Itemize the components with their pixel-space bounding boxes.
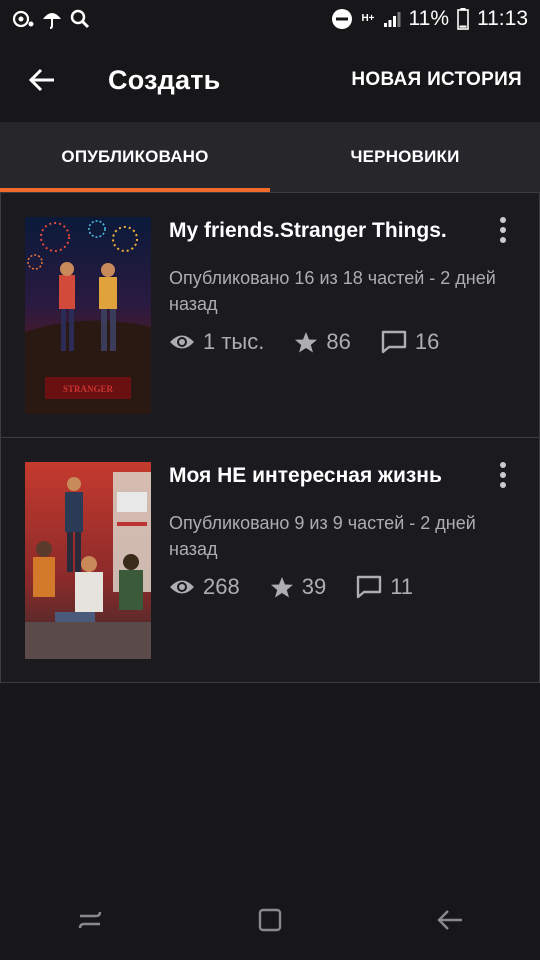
comment-icon xyxy=(381,330,407,354)
views-stat: 1 тыс. xyxy=(169,329,264,355)
umbrella-icon xyxy=(42,9,62,29)
do-not-disturb-icon xyxy=(331,8,353,30)
views-count: 268 xyxy=(203,574,240,599)
story-cover-image[interactable] xyxy=(25,462,151,659)
network-type: H+ xyxy=(361,13,375,24)
home-button[interactable] xyxy=(240,890,300,950)
home-icon xyxy=(258,908,282,932)
comment-icon xyxy=(357,575,382,599)
story-title[interactable]: My friends.Stranger Things. xyxy=(169,219,447,243)
svg-text:STRANGER: STRANGER xyxy=(63,384,114,394)
tab-drafts-label: ЧЕРНОВИКИ xyxy=(350,147,460,166)
back-button[interactable] xyxy=(0,38,84,122)
comments-count: 11 xyxy=(390,574,414,599)
tab-bar: ОПУБЛИКОВАНО ЧЕРНОВИКИ xyxy=(0,122,540,192)
story-card[interactable]: STRANGER My friends.Stranger Things. Опу… xyxy=(0,192,540,438)
story-card[interactable]: Моя НЕ интересная жизнь Опубликовано 9 и… xyxy=(0,437,540,683)
battery-percent: 11% xyxy=(408,7,449,30)
eye-icon xyxy=(170,335,194,349)
story-menu-button[interactable] xyxy=(491,460,515,490)
notification-icon xyxy=(12,9,34,29)
votes-stat: 39 xyxy=(270,574,326,600)
clock: 11:13 xyxy=(477,7,528,30)
comments-count: 16 xyxy=(414,329,440,354)
arrow-left-icon xyxy=(28,68,54,92)
star-icon xyxy=(270,577,293,598)
battery-icon xyxy=(457,8,469,30)
more-vertical-icon xyxy=(500,217,506,243)
story-cover-image[interactable]: STRANGER xyxy=(25,217,151,414)
recent-apps-button[interactable] xyxy=(60,890,120,950)
story-stats: 1 тыс. 86 16 xyxy=(169,329,469,355)
story-publish-info: Опубликовано 16 из 18 частей - 2 дней на… xyxy=(169,268,496,314)
votes-stat: 86 xyxy=(294,329,351,355)
tab-published-label: ОПУБЛИКОВАНО xyxy=(61,147,209,166)
back-arrow-icon xyxy=(437,910,462,930)
story-menu-button[interactable] xyxy=(491,215,515,245)
new-story-button[interactable]: НОВАЯ ИСТОРИЯ xyxy=(351,69,522,91)
system-back-button[interactable] xyxy=(420,890,480,950)
story-publish-info: Опубликовано 9 из 9 частей - 2 дней наза… xyxy=(169,513,476,559)
votes-count: 86 xyxy=(326,329,351,354)
votes-count: 39 xyxy=(301,574,327,599)
story-stats: 268 39 11 xyxy=(169,574,443,600)
more-vertical-icon xyxy=(500,462,506,488)
search-icon xyxy=(70,9,90,29)
status-bar: H+ 11% 11:13 xyxy=(0,0,540,38)
tab-drafts[interactable]: ЧЕРНОВИКИ xyxy=(270,122,540,192)
star-icon xyxy=(295,332,318,353)
comments-stat: 11 xyxy=(356,574,413,600)
eye-icon xyxy=(170,580,194,594)
tab-published[interactable]: ОПУБЛИКОВАНО xyxy=(0,122,270,192)
signal-icon xyxy=(383,10,401,28)
views-count: 1 тыс. xyxy=(203,329,265,354)
page-title: Создать xyxy=(108,64,221,95)
recent-apps-icon xyxy=(78,911,102,929)
app-bar: Создать НОВАЯ ИСТОРИЯ xyxy=(0,38,540,122)
views-stat: 268 xyxy=(169,574,240,600)
comments-stat: 16 xyxy=(381,329,439,355)
story-title[interactable]: Моя НЕ интересная жизнь xyxy=(169,464,442,488)
system-nav-bar xyxy=(0,880,540,960)
